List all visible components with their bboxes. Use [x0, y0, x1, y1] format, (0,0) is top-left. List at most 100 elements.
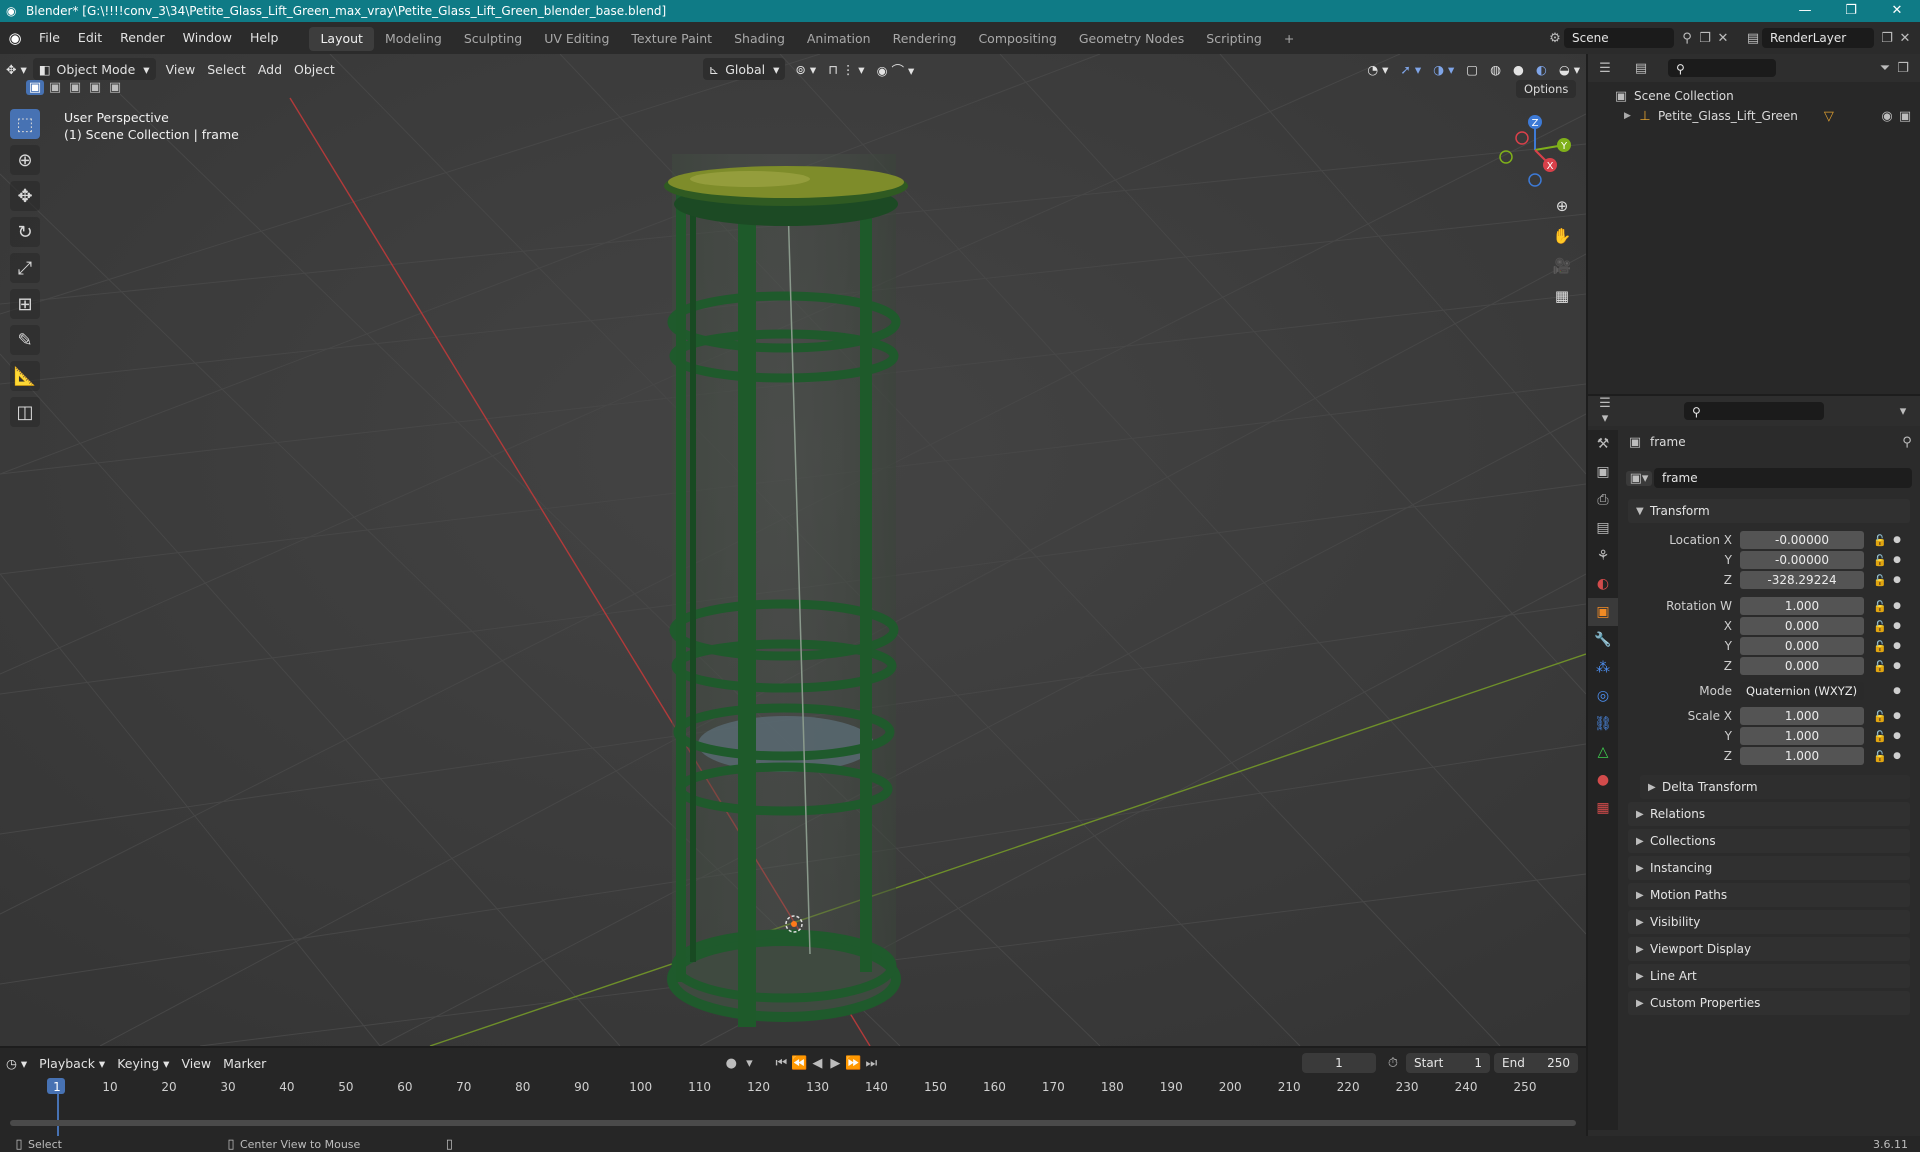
end-frame-field[interactable]: End 250 [1494, 1053, 1578, 1073]
tab-layout[interactable]: Layout [309, 27, 374, 51]
close-button[interactable]: ✕ [1874, 0, 1920, 22]
move-tool-icon[interactable]: ✥ [10, 181, 40, 211]
auto-keying-icon[interactable]: ● [722, 1056, 740, 1071]
timeline-menu-view[interactable]: View [175, 1052, 217, 1074]
lock-icon[interactable]: 🔓 [1870, 534, 1890, 547]
modifier-icon[interactable]: ▽ [1820, 109, 1838, 124]
pin-icon[interactable]: ⚲ [1678, 31, 1696, 46]
jump-start-icon[interactable]: ⏮ [772, 1056, 790, 1071]
prev-keyframe-icon[interactable]: ⏪ [790, 1056, 808, 1071]
orthographic-grid-icon[interactable]: ▦ [1549, 283, 1575, 309]
solid-shading-icon[interactable]: ● [1507, 58, 1530, 80]
3d-viewport[interactable] [0, 54, 1586, 1046]
rotation-z-field[interactable]: 0.000 [1740, 657, 1864, 675]
keyframe-dot-icon[interactable]: ● [1890, 621, 1904, 631]
select-intersect-icon[interactable]: ▣ [106, 80, 124, 95]
data-block-type-icon[interactable]: ▣▾ [1626, 470, 1652, 486]
scale-y-field[interactable]: 1.000 [1740, 727, 1864, 745]
outliner-search-input[interactable]: ⚲ [1668, 59, 1776, 77]
measure-tool-icon[interactable]: 📐 [10, 361, 40, 391]
world-tab-icon[interactable]: ◐ [1588, 570, 1618, 598]
location-y-field[interactable]: -0.00000 [1740, 551, 1864, 569]
collections-panel-header[interactable]: ▶ Collections [1628, 829, 1910, 853]
tab-compositing[interactable]: Compositing [967, 27, 1067, 51]
keyframe-dot-icon[interactable]: ● [1890, 535, 1904, 545]
overlay-toggle-icon[interactable]: ◑ ▾ [1427, 58, 1460, 80]
tab-shading[interactable]: Shading [723, 27, 796, 51]
lock-icon[interactable]: 🔓 [1870, 574, 1890, 587]
new-layer-icon[interactable]: ❐ [1878, 31, 1896, 46]
play-icon[interactable]: ▶ [826, 1056, 844, 1071]
add-workspace-button[interactable]: + [1273, 27, 1305, 51]
tab-rendering[interactable]: Rendering [882, 27, 968, 51]
snap-icon[interactable]: ⊓ ⋮ ▾ [822, 58, 870, 80]
lock-icon[interactable]: 🔓 [1870, 620, 1890, 633]
pan-hand-icon[interactable]: ✋ [1549, 223, 1575, 249]
delete-layer-icon[interactable]: ✕ [1896, 31, 1914, 46]
viewport-menu-select[interactable]: Select [201, 58, 252, 80]
location-x-field[interactable]: -0.00000 [1740, 531, 1864, 549]
relations-panel-header[interactable]: ▶ Relations [1628, 802, 1910, 826]
timeline-editor-icon[interactable]: ◷ ▾ [0, 1052, 33, 1074]
instancing-panel-header[interactable]: ▶ Instancing [1628, 856, 1910, 880]
xray-toggle-icon[interactable]: ▢ [1460, 58, 1484, 80]
camera-view-icon[interactable]: 🎥 [1549, 253, 1575, 279]
lock-icon[interactable]: 🔓 [1870, 710, 1890, 723]
menu-file[interactable]: File [30, 22, 69, 54]
menu-window[interactable]: Window [174, 22, 241, 54]
scene-tab-icon[interactable]: ⚘ [1588, 542, 1618, 570]
lock-icon[interactable]: 🔓 [1870, 600, 1890, 613]
keyframe-dot-icon[interactable]: ● [1890, 555, 1904, 565]
keyframe-dot-icon[interactable]: ● [1890, 601, 1904, 611]
tab-geometry-nodes[interactable]: Geometry Nodes [1068, 27, 1195, 51]
chevron-down-icon[interactable]: ▾ [1894, 404, 1912, 419]
start-frame-field[interactable]: Start 1 [1406, 1053, 1490, 1073]
timeline-menu-marker[interactable]: Marker [217, 1052, 272, 1074]
render-layer-selector[interactable]: RenderLayer [1762, 28, 1874, 48]
play-reverse-icon[interactable]: ◀ [808, 1056, 826, 1071]
lock-icon[interactable]: 🔓 [1870, 750, 1890, 763]
tab-texture-paint[interactable]: Texture Paint [620, 27, 723, 51]
chevron-down-icon[interactable]: ▾ [740, 1056, 758, 1071]
rotate-tool-icon[interactable]: ↻ [10, 217, 40, 247]
options-button[interactable]: Options [1516, 80, 1577, 98]
editor-type-icon[interactable]: ✥ ▾ [0, 58, 33, 80]
rendered-shading-icon[interactable]: ◒ ▾ [1553, 58, 1586, 80]
viewport-display-panel-header[interactable]: ▶ Viewport Display [1628, 937, 1910, 961]
physics-tab-icon[interactable]: ◎ [1588, 682, 1618, 710]
tab-scripting[interactable]: Scripting [1195, 27, 1273, 51]
new-scene-icon[interactable]: ❐ [1696, 31, 1714, 46]
tab-sculpting[interactable]: Sculpting [453, 27, 533, 51]
particles-tab-icon[interactable]: ⁂ [1588, 654, 1618, 682]
delete-scene-icon[interactable]: ✕ [1714, 31, 1732, 46]
rotation-w-field[interactable]: 1.000 [1740, 597, 1864, 615]
zoom-icon[interactable]: ⊕ [1549, 193, 1575, 219]
gizmo-toggle-icon[interactable]: ➚ ▾ [1394, 58, 1427, 80]
viewport-menu-view[interactable]: View [160, 58, 202, 80]
keyframe-dot-icon[interactable]: ● [1890, 731, 1904, 741]
rotation-x-field[interactable]: 0.000 [1740, 617, 1864, 635]
transform-orientation-dropdown[interactable]: ⊾ Global ▾ [702, 58, 786, 80]
menu-render[interactable]: Render [111, 22, 174, 54]
new-collection-icon[interactable]: ❐ [1894, 61, 1912, 76]
select-new-icon[interactable]: ▣ [26, 80, 44, 95]
select-box-tool-icon[interactable]: ⬚ [10, 109, 40, 139]
texture-tab-icon[interactable]: ▦ [1588, 794, 1618, 822]
tool-tab-icon[interactable]: ⚒ [1588, 430, 1618, 458]
tab-modeling[interactable]: Modeling [374, 27, 453, 51]
keyframe-dot-icon[interactable]: ● [1890, 711, 1904, 721]
viewport-menu-object[interactable]: Object [288, 58, 341, 80]
timeline-scrollbar[interactable] [10, 1120, 1576, 1126]
select-subtract-icon[interactable]: ▣ [66, 80, 84, 95]
scene-icon[interactable]: ⚙ [1546, 31, 1564, 46]
stopwatch-icon[interactable]: ⏱ [1384, 1056, 1402, 1071]
jump-end-icon[interactable]: ⏭ [862, 1056, 880, 1071]
expand-arrow-icon[interactable]: ▶ [1624, 111, 1636, 121]
minimize-button[interactable]: — [1782, 0, 1828, 22]
pin-icon[interactable]: ⚲ [1898, 435, 1916, 450]
keyframe-dot-icon[interactable]: ● [1890, 575, 1904, 585]
outliner-editor-icon[interactable]: ☰ [1596, 61, 1614, 76]
delta-transform-header[interactable]: ▶ Delta Transform [1640, 775, 1910, 799]
scale-z-field[interactable]: 1.000 [1740, 747, 1864, 765]
object-mode-dropdown[interactable]: ◧ Object Mode ▾ [32, 58, 156, 80]
